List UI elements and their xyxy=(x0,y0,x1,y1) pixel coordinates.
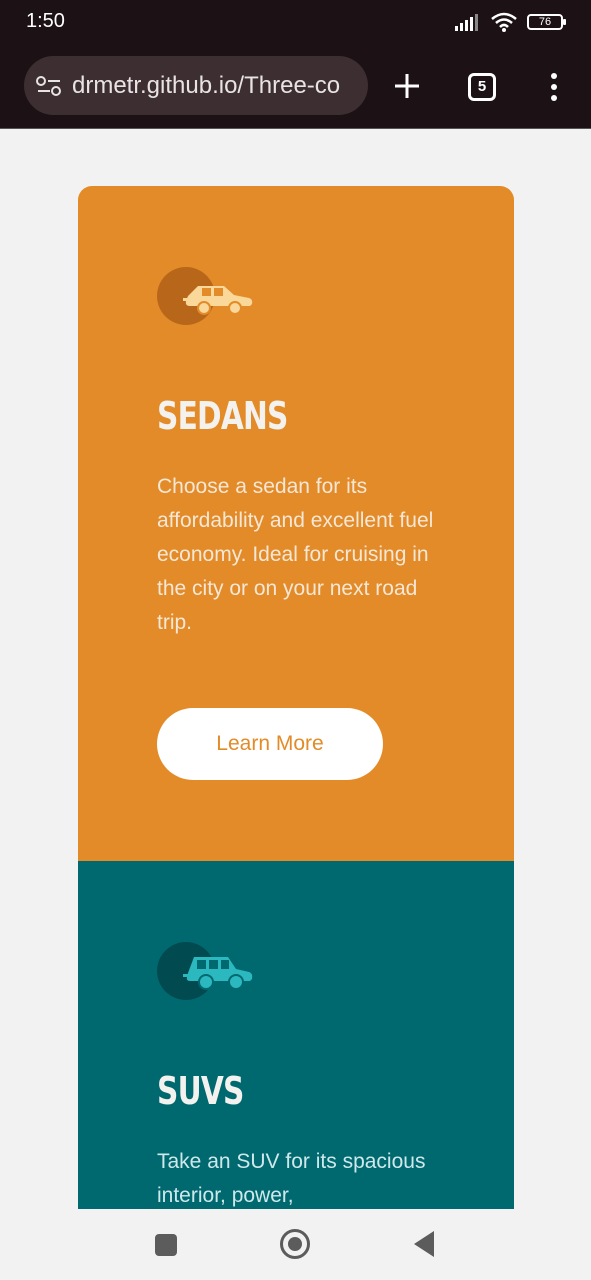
url-text[interactable]: drmetr.github.io/Three-co xyxy=(72,72,340,100)
card-title: SUVS xyxy=(157,1069,244,1113)
status-time: 1:50 xyxy=(26,10,65,32)
system-nav-bar xyxy=(0,1209,591,1280)
card-title: SEDANS xyxy=(157,394,288,438)
status-bar: 1:50 76 xyxy=(0,0,591,44)
home-icon[interactable] xyxy=(280,1229,310,1259)
tabs-icon[interactable]: 5 xyxy=(468,73,496,101)
page-content: SEDANS Choose a sedan for its affordabil… xyxy=(0,130,591,1209)
suv-icon xyxy=(157,942,253,1000)
address-bar[interactable]: drmetr.github.io/Three-co xyxy=(24,56,368,115)
site-settings-icon[interactable] xyxy=(36,75,62,97)
suv-card: SUVS Take an SUV for its spacious interi… xyxy=(78,861,514,1209)
new-tab-icon[interactable] xyxy=(392,71,422,101)
sedan-card: SEDANS Choose a sedan for its affordabil… xyxy=(78,186,514,861)
back-icon[interactable] xyxy=(414,1231,434,1257)
card-description: Take an SUV for its spacious interior, p… xyxy=(157,1150,426,1207)
browser-toolbar: drmetr.github.io/Three-co 5 xyxy=(0,44,591,129)
signal-icon xyxy=(455,14,478,31)
card-description: Choose a sedan for its affordability and… xyxy=(157,475,434,634)
status-icons: 76 xyxy=(455,12,566,32)
wifi-icon xyxy=(491,12,517,32)
recent-apps-icon[interactable] xyxy=(155,1234,177,1256)
menu-icon[interactable] xyxy=(544,72,564,102)
battery-icon: 76 xyxy=(527,14,566,30)
tab-count: 5 xyxy=(477,78,487,95)
battery-level: 76 xyxy=(538,16,552,28)
learn-more-button[interactable]: Learn More xyxy=(157,708,383,780)
sedan-icon xyxy=(157,267,253,325)
